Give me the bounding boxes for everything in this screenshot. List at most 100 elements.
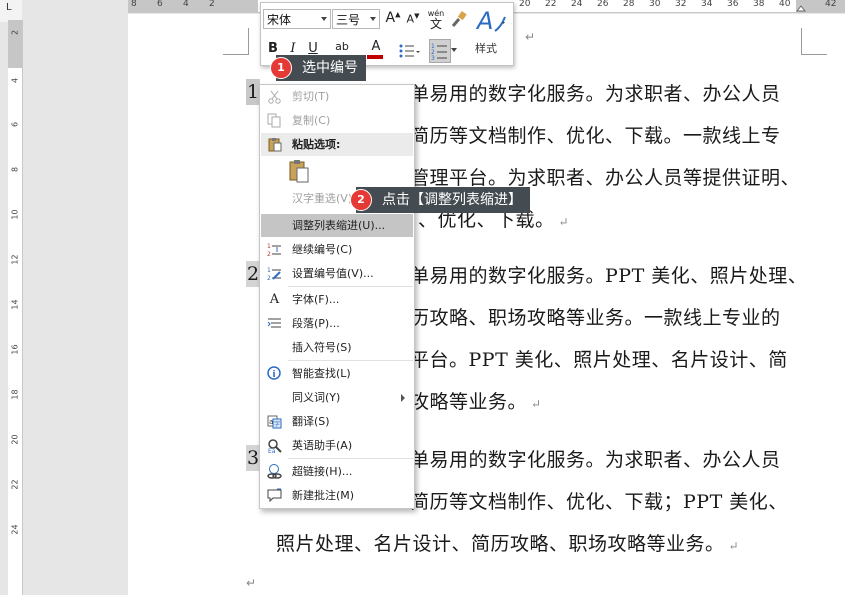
menu-item-english-assistant[interactable]: Ea 英语助手(A) <box>261 434 413 457</box>
list-number-selected[interactable]: 1 <box>246 79 260 105</box>
font-color-swatch <box>367 55 383 59</box>
continue-numbering-icon: 12 <box>267 242 282 258</box>
bullet-list-icon <box>399 44 420 58</box>
svg-text:字: 字 <box>274 420 280 428</box>
crop-mark <box>801 54 827 55</box>
font-color-button[interactable]: A <box>365 39 387 61</box>
menu-item-synonyms[interactable]: 同义词(Y) <box>261 386 413 409</box>
paragraph-line: 单易用的数字化服务。PPT 美化、照片处理、 <box>410 265 808 287</box>
context-menu: 剪切(T) 复制(C) 粘贴选项: 汉字重选(V) 调整列表缩进(U)... 1… <box>259 84 415 509</box>
grow-font-icon: A <box>385 10 396 26</box>
submenu-arrow-icon <box>401 394 405 402</box>
callout-text: 选中编号 <box>302 60 358 76</box>
menu-item-hyperlink[interactable]: 超链接(H)... <box>261 460 413 483</box>
menu-item-label: 智能查找(L) <box>292 367 351 380</box>
ruler-number: 6 <box>10 121 20 128</box>
phonetic-guide-button[interactable]: wén 文 <box>425 8 447 32</box>
ruler-number: 34 <box>701 0 713 9</box>
svg-text:2: 2 <box>267 275 271 281</box>
paragraph-line: 管理平台。为求职者、办公人员等提供证明、 <box>410 167 801 189</box>
paragraph-mark: ↵ <box>525 30 536 44</box>
menu-item-label: 字体(F)... <box>292 293 340 306</box>
ruler-number: 32 <box>675 0 687 9</box>
chevron-down-icon[interactable] <box>451 48 457 52</box>
menu-item-label: 设置编号值(V)... <box>292 267 374 280</box>
paragraph-line: 单易用的数字化服务。为求职者、办公人员 <box>410 449 781 471</box>
highlight-icon: ab <box>335 40 349 53</box>
menu-item-paragraph[interactable]: 段落(P)... <box>261 312 413 335</box>
crop-mark <box>248 28 249 55</box>
brush-icon <box>451 11 467 27</box>
crop-mark <box>801 28 802 55</box>
styles-label: 样式 <box>475 42 497 55</box>
chevron-down-icon <box>321 17 327 21</box>
menu-item-adjust-list-indent[interactable]: 调整列表缩进(U)... <box>261 214 413 237</box>
crop-mark <box>223 54 249 55</box>
menu-item-label: 翻译(S) <box>292 415 330 428</box>
ruler-number: 42 <box>825 0 837 9</box>
paragraph-line: 平台。PPT 美化、照片处理、名片设计、简 <box>410 349 788 371</box>
paragraph-line: 单易用的数字化服务。为求职者、办公人员 <box>410 83 781 105</box>
menu-item-new-comment[interactable]: 新建批注(M) <box>261 484 413 507</box>
menu-separator <box>288 286 413 287</box>
copy-icon <box>267 113 282 128</box>
menu-item-copy[interactable]: 复制(C) <box>261 109 413 132</box>
styles-icon: A <box>475 7 506 35</box>
ruler-number: 26 <box>597 0 609 9</box>
list-number[interactable]: 3 <box>246 445 260 471</box>
menu-section-label: 粘贴选项: <box>292 138 341 151</box>
vertical-ruler[interactable]: 2 4 6 8 10 12 14 16 18 20 22 24 <box>8 20 23 595</box>
ruler-number: 12 <box>10 254 20 265</box>
menu-item-label: 复制(C) <box>292 114 331 127</box>
english-assistant-icon: Ea <box>267 438 282 455</box>
ruler-margin-left <box>128 0 258 12</box>
step-badge: 1 <box>270 57 292 79</box>
translate-icon: a字 <box>267 414 282 429</box>
menu-item-label: 段落(P)... <box>292 317 340 330</box>
tab-stop-selector[interactable]: L <box>6 2 12 13</box>
paragraph-text: 照片处理、名片设计、简历攻略、职场攻略等业务。 <box>276 533 725 555</box>
step-badge: 2 <box>350 189 372 211</box>
ruler-number: 8 <box>10 166 20 173</box>
menu-item-cut[interactable]: 剪切(T) <box>261 85 413 108</box>
svg-text:1: 1 <box>267 267 271 274</box>
ruler-number: 22 <box>545 0 557 9</box>
menu-item-smart-lookup[interactable]: i 智能查找(L) <box>261 362 413 385</box>
ruler-number: 20 <box>519 0 531 9</box>
callout-step-2: 2 点击【调整列表缩进】 <box>350 187 530 213</box>
paste-keep-text-only-button[interactable] <box>288 159 314 185</box>
ruler-number: 4 <box>10 77 20 84</box>
styles-gallery-button[interactable]: A <box>475 5 509 37</box>
font-size-combo[interactable]: 三号 <box>332 9 380 29</box>
numbering-button[interactable]: 1 2 3 <box>429 39 451 63</box>
ruler-number: 40 <box>779 0 791 9</box>
menu-item-continue-numbering[interactable]: 12 继续编号(C) <box>261 238 413 261</box>
shrink-font-button[interactable]: A▼ <box>406 12 420 30</box>
ruler-number: 4 <box>183 0 189 9</box>
link-icon <box>267 464 282 479</box>
font-name-combo[interactable]: 宋体 <box>263 9 331 29</box>
paragraph-line: 照片处理、名片设计、简历攻略、职场攻略等业务。 ↵ <box>276 529 739 556</box>
paragraph-icon <box>267 316 282 331</box>
menu-item-translate[interactable]: a字 翻译(S) <box>261 410 413 433</box>
ruler-number: 24 <box>571 0 583 9</box>
bullets-button[interactable] <box>397 41 421 61</box>
ruler-number: 38 <box>753 0 765 9</box>
ruler-corner[interactable]: L <box>0 0 22 22</box>
menu-item-set-numbering-value[interactable]: 12 设置编号值(V)... <box>261 262 413 285</box>
paragraph-mark: ↵ <box>531 397 542 411</box>
menu-item-label: 汉字重选(V) <box>292 192 353 205</box>
svg-text:Ea: Ea <box>268 448 276 453</box>
format-painter-button[interactable] <box>449 10 469 30</box>
list-number[interactable]: 2 <box>246 261 260 287</box>
set-numbering-icon: 12 <box>267 266 282 282</box>
svg-text:2: 2 <box>267 251 271 257</box>
menu-item-font[interactable]: A 字体(F)... <box>261 288 413 311</box>
menu-item-label: 插入符号(S) <box>292 341 352 354</box>
ruler-number: 36 <box>727 0 739 9</box>
callout-text: 点击【调整列表缩进】 <box>382 192 522 208</box>
right-indent-marker[interactable] <box>796 0 806 12</box>
menu-item-insert-symbol[interactable]: 插入符号(S) <box>261 336 413 359</box>
ruler-number: 2 <box>10 29 20 36</box>
grow-font-button[interactable]: A▲ <box>385 10 401 30</box>
